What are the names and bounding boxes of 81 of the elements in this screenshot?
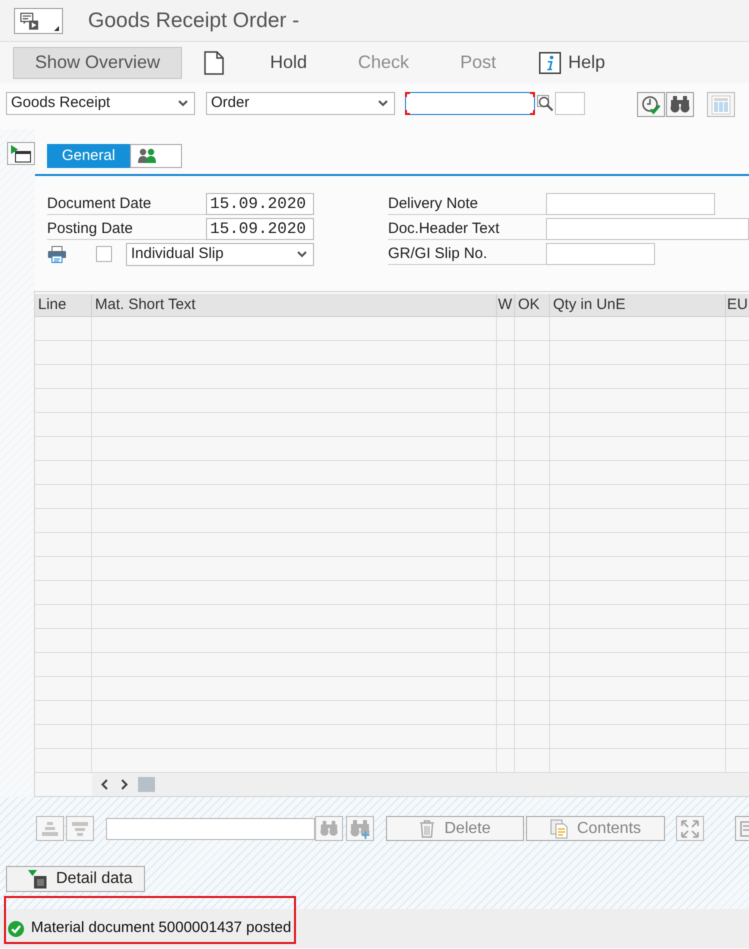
input-field[interactable] bbox=[555, 92, 585, 115]
cut-off-button[interactable] bbox=[735, 816, 749, 841]
input-field[interactable] bbox=[546, 218, 749, 240]
column-header[interactable]: Mat. Short Text bbox=[92, 294, 497, 316]
layout-button[interactable] bbox=[707, 92, 735, 117]
date-field[interactable]: 15.09.2020 bbox=[206, 193, 314, 215]
tab[interactable] bbox=[130, 144, 182, 168]
chevron-left-icon bbox=[100, 779, 108, 790]
input-field[interactable] bbox=[546, 193, 715, 215]
table-row[interactable] bbox=[35, 341, 749, 365]
date-field[interactable]: 15.09.2020 bbox=[206, 218, 314, 240]
scrollbar-thumb[interactable] bbox=[138, 777, 155, 792]
table-row[interactable] bbox=[35, 437, 749, 461]
clock-check-button[interactable] bbox=[637, 92, 665, 117]
column-header[interactable]: Qty in UnE bbox=[550, 294, 726, 316]
input-field[interactable] bbox=[106, 818, 315, 840]
dropdown[interactable]: Goods Receipt bbox=[6, 92, 195, 115]
help-button[interactable]: Help bbox=[539, 49, 606, 76]
table-row[interactable] bbox=[35, 365, 749, 389]
clock-check-icon bbox=[641, 94, 661, 114]
chevron-down-icon bbox=[297, 251, 307, 258]
column-header[interactable]: Line bbox=[35, 294, 92, 316]
binoculars-plus-icon bbox=[350, 818, 370, 838]
toolbar-button[interactable]: Hold bbox=[270, 49, 308, 76]
column-header[interactable]: OK bbox=[515, 294, 550, 316]
expand-arrows-icon bbox=[681, 820, 699, 838]
horizontal-scrollbar[interactable] bbox=[92, 773, 749, 796]
chevron-down-icon bbox=[378, 100, 388, 107]
binoculars-icon bbox=[670, 94, 690, 114]
table-row[interactable] bbox=[35, 509, 749, 533]
printer-icon bbox=[47, 246, 67, 263]
list-icon bbox=[740, 820, 749, 836]
bars-narrowing-icon bbox=[71, 820, 89, 836]
table-row[interactable] bbox=[35, 389, 749, 413]
table-row[interactable] bbox=[35, 677, 749, 701]
table-row[interactable] bbox=[35, 317, 749, 341]
chevron-down-icon bbox=[178, 100, 188, 107]
column-header[interactable]: EU bbox=[726, 294, 749, 316]
find-button[interactable] bbox=[666, 92, 694, 117]
table-row[interactable] bbox=[35, 485, 749, 509]
document-icon bbox=[204, 50, 224, 74]
binoculars-icon bbox=[320, 820, 338, 838]
table-columns-icon bbox=[711, 94, 731, 114]
screen-menu-button[interactable] bbox=[14, 8, 63, 34]
status-message: Material document 5000001437 posted bbox=[31, 918, 292, 938]
table-row[interactable] bbox=[35, 557, 749, 581]
window-arrow-icon bbox=[10, 144, 32, 162]
info-icon bbox=[539, 52, 562, 74]
chevron-right-icon bbox=[120, 779, 128, 790]
bars-widening-icon bbox=[41, 820, 59, 836]
toggle-panel-button[interactable] bbox=[7, 142, 35, 165]
people-icon bbox=[137, 148, 157, 164]
table-row[interactable] bbox=[35, 701, 749, 725]
table-row[interactable] bbox=[35, 581, 749, 605]
align-button[interactable] bbox=[66, 816, 94, 841]
fullscreen-button[interactable] bbox=[676, 816, 704, 841]
table-row[interactable] bbox=[35, 461, 749, 485]
new-document-button[interactable] bbox=[204, 50, 224, 74]
find-next-button[interactable] bbox=[346, 816, 374, 841]
table-row[interactable] bbox=[35, 653, 749, 677]
corner-triangle-icon bbox=[54, 26, 59, 30]
dropdown[interactable]: Order bbox=[206, 92, 395, 115]
table-row[interactable] bbox=[35, 413, 749, 437]
align-button[interactable] bbox=[36, 816, 64, 841]
input-field[interactable] bbox=[546, 243, 655, 265]
print-checkbox[interactable] bbox=[96, 246, 112, 262]
speech-bubble-play-icon bbox=[20, 12, 40, 30]
search-icon bbox=[536, 95, 554, 112]
detail-panel-icon bbox=[28, 870, 47, 888]
trash-icon bbox=[419, 820, 436, 838]
dropdown[interactable]: Individual Slip bbox=[126, 243, 314, 266]
table-row[interactable] bbox=[35, 605, 749, 629]
detail-data-button[interactable]: Detail data bbox=[6, 866, 145, 892]
column-header[interactable]: W bbox=[497, 294, 515, 316]
window-title: Goods Receipt Order - bbox=[88, 8, 300, 34]
table-row[interactable] bbox=[35, 725, 749, 749]
table-row[interactable] bbox=[35, 533, 749, 557]
show-overview-button[interactable]: Show Overview bbox=[13, 46, 182, 78]
document-list-icon bbox=[550, 818, 568, 838]
table-row[interactable] bbox=[35, 629, 749, 653]
search-field[interactable] bbox=[405, 92, 535, 115]
